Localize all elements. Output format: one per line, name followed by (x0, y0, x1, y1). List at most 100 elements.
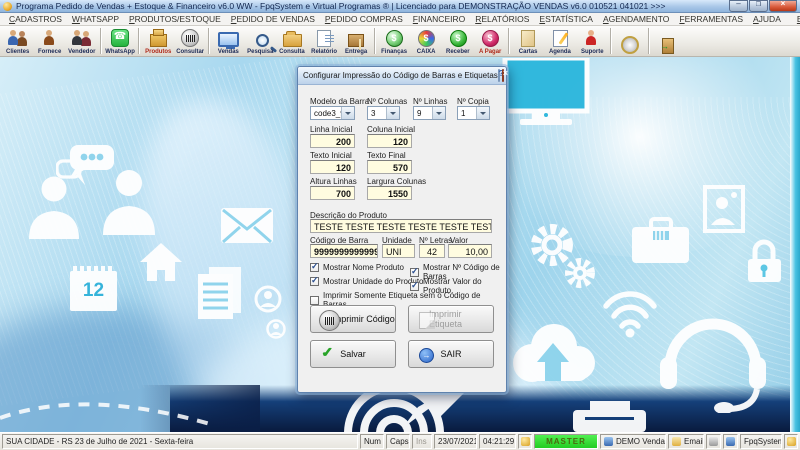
checkbox-mostrar-unidade[interactable]: Mostrar Unidade do Produto (310, 275, 424, 286)
key-icon (521, 437, 530, 446)
dialog-help-button[interactable] (497, 69, 500, 82)
finance-dollar-icon (385, 30, 403, 47)
toolbar-suporte[interactable]: Suporte (576, 26, 608, 56)
colunas-combo[interactable]: 3 (367, 106, 400, 120)
toolbar-apagar[interactable]: A Pagar (474, 26, 506, 56)
toolbar-consultar[interactable]: Consultar (174, 26, 206, 56)
receive-dollar-icon (449, 30, 467, 47)
toolbar-cartas[interactable]: Cartas (512, 26, 544, 56)
toolbar-exit[interactable] (652, 26, 684, 56)
copia-label: Nº Copia (457, 97, 489, 106)
close-button[interactable] (769, 0, 797, 12)
products-icon (149, 29, 167, 47)
menu-ajuda[interactable]: AJUDA (748, 14, 786, 24)
cloud-upload-icon (513, 324, 595, 382)
status-printer-panel[interactable] (706, 434, 721, 449)
padlock-icon (748, 239, 781, 282)
checkbox-box[interactable] (310, 261, 319, 272)
toolbar-vendedor[interactable]: Vendedor (66, 26, 98, 56)
linha-inicial-label: Linha Inicial (310, 125, 353, 134)
letras-field[interactable]: 42 (419, 244, 445, 258)
cashier-icon (417, 30, 435, 47)
valor-field[interactable]: 10,00 (448, 244, 492, 258)
largura-colunas-label: Largura Colunas (367, 177, 427, 186)
calendar-day: 12 (82, 280, 105, 301)
descricao-field[interactable]: TESTE TESTE TESTE TESTE TESTE TESTE TEST… (310, 219, 492, 233)
menu-estatistica[interactable]: ESTATÍSTICA (534, 14, 598, 24)
envelope-mini-icon (672, 437, 681, 446)
menu-pedido-compras[interactable]: PEDIDO COMPRAS (320, 14, 408, 24)
status-bar: SUA CIDADE - RS 23 de Julho de 2021 - Se… (0, 432, 800, 450)
toolbar-financas[interactable]: Finanças (378, 26, 410, 56)
largura-colunas-field[interactable]: 1550 (367, 186, 412, 200)
sair-button[interactable]: SAIR (408, 340, 494, 368)
toolbar-vendas[interactable]: Vendas (212, 26, 244, 56)
documents-icon (198, 267, 241, 319)
blue-arrow-icon (419, 348, 434, 363)
toolbar-consulta[interactable]: Consulta (276, 26, 308, 56)
dialog-close-button[interactable] (501, 68, 504, 82)
menu-cadastros[interactable]: CADASTROS (4, 14, 67, 24)
checkbox-mostrar-nome[interactable]: Mostrar Nome Produto (310, 261, 404, 272)
linhas-label: Nº Linhas (413, 97, 448, 106)
gears-icon (531, 224, 595, 288)
person-left-icon (29, 176, 79, 239)
texto-inicial-field[interactable]: 120 (310, 160, 355, 174)
copia-combo[interactable]: 1 (457, 106, 490, 120)
status-brand: FpqSystem (740, 434, 782, 449)
printer-mini-icon (709, 437, 718, 446)
minimize-button[interactable] (729, 0, 748, 12)
envelope-icon (221, 208, 273, 244)
altura-linhas-field[interactable]: 700 (310, 186, 355, 200)
toolbar-produtos[interactable]: Produtos (142, 26, 174, 56)
chevron-down-icon[interactable] (386, 107, 399, 119)
coluna-inicial-field[interactable]: 120 (367, 134, 412, 148)
menu-relatorios[interactable]: RELATÓRIOS (470, 14, 534, 24)
codigo-field[interactable]: 9999999999999 (310, 244, 378, 258)
status-screen-panel[interactable] (723, 434, 738, 449)
toolbar-relatorio[interactable]: Relatório (308, 26, 340, 56)
toolbar-coin[interactable] (614, 26, 646, 56)
dialog-titlebar[interactable]: Configurar Impressão do Código de Barras… (298, 67, 506, 85)
linha-inicial-field[interactable]: 200 (310, 134, 355, 148)
linhas-combo[interactable]: 9 (413, 106, 446, 120)
menu-ferramentas[interactable]: FERRAMENTAS (674, 14, 748, 24)
status-date: 23/07/2021 (434, 434, 477, 449)
menu-agendamento[interactable]: AGENDAMENTO (598, 14, 674, 24)
chevron-down-icon[interactable] (476, 107, 489, 119)
menu-financeiro[interactable]: FINANCEIRO (408, 14, 470, 24)
chevron-down-icon[interactable] (432, 107, 445, 119)
briefcase-icon (632, 217, 689, 263)
texto-final-field[interactable]: 570 (367, 160, 412, 174)
checkbox-box[interactable] (410, 280, 419, 291)
toolbar-clientes[interactable]: Clientes (2, 26, 34, 56)
toolbar-agenda[interactable]: Agenda (544, 26, 576, 56)
checkbox-box[interactable] (410, 266, 419, 277)
toolbar-caixa[interactable]: CAIXA (410, 26, 442, 56)
menu-produtos-estoque[interactable]: PRODUTOS/ESTOQUE (124, 14, 226, 24)
status-time: 04:21:29 (479, 434, 516, 449)
menu-whatsapp[interactable]: WHATSAPP (67, 14, 124, 24)
toolbar-entrega[interactable]: Entrega (340, 26, 372, 56)
toolbar-pesquisa[interactable]: Pesquisa (244, 26, 276, 56)
salvar-button[interactable]: ✓ Salvar (310, 340, 396, 368)
restore-button[interactable] (749, 0, 768, 12)
toolbar-whatsapp[interactable]: WhatsApp (104, 26, 136, 56)
chevron-down-icon[interactable] (341, 107, 354, 119)
toolbar-fornece[interactable]: Fornece (34, 26, 66, 56)
status-master-badge: MASTER (534, 434, 598, 449)
agenda-icon (552, 30, 568, 47)
status-num: Num (360, 434, 384, 449)
menu-pedido-vendas[interactable]: PEDIDO DE VENDAS (226, 14, 320, 24)
label-page-icon (419, 312, 435, 329)
checkbox-box[interactable] (310, 295, 319, 305)
checkbox-box[interactable] (310, 275, 319, 286)
toolbar-receber[interactable]: Receber (442, 26, 474, 56)
menu-email[interactable]: E-MAIL (792, 14, 800, 24)
status-email[interactable]: Email (668, 434, 704, 449)
modelo-combo[interactable]: code3_9 (310, 106, 355, 120)
letters-icon (521, 30, 535, 47)
printer-icon (573, 401, 646, 432)
imprimir-codigo-button[interactable]: Imprimir Código (310, 305, 396, 333)
unidade-field[interactable]: UNI (382, 244, 415, 258)
